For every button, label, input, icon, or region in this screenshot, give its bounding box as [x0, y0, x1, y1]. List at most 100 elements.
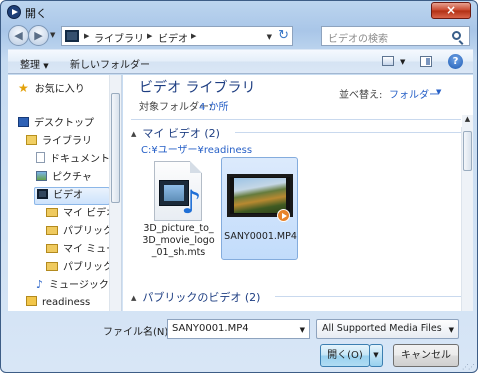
file-name: 3D_picture_to_3D_movie_logo_01_sh.mts — [142, 223, 215, 258]
file-item-sany0001[interactable]: SANY0001.MP4 — [221, 157, 298, 260]
open-dropdown-icon[interactable]: ▼ — [369, 344, 383, 367]
sidebar-item-music[interactable]: ♪ ミュージック — [36, 277, 109, 295]
new-folder-button[interactable]: 新しいフォルダー — [70, 56, 150, 71]
folder-icon — [46, 244, 58, 253]
address-dropdown-icon[interactable]: ▼ — [267, 33, 272, 41]
media-file-icon: ♪ — [154, 161, 202, 221]
sidebar-item-documents[interactable]: ドキュメント — [36, 152, 110, 170]
close-button[interactable]: × — [431, 2, 471, 19]
sidebar-item-label: ピクチャ — [52, 172, 92, 183]
folder-icon — [46, 208, 58, 217]
sidebar-scroll-thumb[interactable] — [111, 93, 120, 203]
sidebar-item-desktop[interactable]: デスクトップ — [18, 116, 94, 134]
sidebar-item-label: デスクトップ — [34, 118, 94, 129]
folder-icon — [46, 262, 58, 271]
window-title: 開く — [25, 7, 47, 20]
collapse-icon[interactable]: ▲ — [131, 130, 136, 138]
sidebar-item-label: お気に入り — [34, 84, 85, 95]
group-header-public-videos[interactable]: ▲ パブリックのビデオ (2) — [131, 289, 260, 305]
sidebar-item-label: ドキュメント — [50, 154, 110, 165]
sidebar-item-my-videos[interactable]: マイ ビデオ — [46, 206, 116, 224]
file-type-dropdown-icon[interactable]: ▼ — [449, 326, 454, 334]
pictures-icon — [36, 171, 47, 181]
divider — [131, 119, 461, 120]
breadcrumb-separator-icon[interactable]: ▶ — [191, 30, 196, 42]
refresh-icon[interactable]: ↻ — [278, 28, 289, 44]
preview-pane-icon[interactable] — [420, 56, 432, 67]
divider — [275, 296, 461, 297]
videos-library-icon — [65, 30, 79, 42]
divider — [235, 132, 461, 133]
sidebar-item-libraries[interactable]: ライブラリ — [26, 134, 92, 152]
target-folders-link[interactable]: 4 か所 — [199, 98, 229, 113]
group-header-my-videos[interactable]: ▲ マイ ビデオ (2) — [131, 125, 220, 141]
sidebar-item-label: ライブラリ — [42, 136, 92, 147]
media-player-icon — [7, 5, 21, 19]
search-placeholder: ビデオの検索 — [328, 34, 388, 45]
history-dropdown-icon[interactable]: ▼ — [50, 31, 55, 39]
arrange-by-value[interactable]: フォルダー — [389, 86, 439, 101]
documents-icon — [36, 152, 45, 163]
library-title: ビデオ ライブラリ — [139, 80, 256, 96]
play-icon — [277, 209, 290, 222]
breadcrumb-libraries[interactable]: ライブラリ — [94, 30, 144, 45]
filename-dropdown-icon[interactable]: ▼ — [300, 326, 305, 334]
title-bar: 開く × — [1, 1, 477, 23]
breadcrumb-videos[interactable]: ビデオ — [158, 30, 188, 45]
cancel-button[interactable]: キャンセル — [393, 344, 459, 367]
filename-input[interactable]: SANY0001.MP4 ▼ — [167, 319, 310, 339]
organize-label: 整理 — [20, 60, 40, 71]
sidebar-item-favorites[interactable]: ★ お気に入り — [18, 80, 85, 98]
breadcrumb-separator-icon[interactable]: ▶ — [147, 30, 152, 42]
file-type-select[interactable]: All Supported Media Files ▼ — [316, 319, 459, 339]
arrange-dropdown-icon[interactable]: ▼ — [436, 88, 441, 96]
file-type-value: All Supported Media Files — [322, 323, 442, 334]
change-view-icon[interactable] — [382, 56, 394, 66]
sidebar-item-label: readiness — [42, 297, 91, 308]
sidebar-item-pictures[interactable]: ピクチャ — [36, 170, 92, 188]
music-note-icon: ♪ — [181, 183, 202, 221]
videos-icon — [37, 189, 48, 199]
file-list: ビデオ ライブラリ 対象フォルダー: 4 か所 並べ替え: フォルダー ▼ ▲ マ… — [123, 75, 473, 311]
command-toolbar: 整理 ▼ 新しいフォルダー ▼ ? — [8, 49, 473, 74]
resize-grip-icon[interactable]: ⋰⋰ — [462, 363, 475, 371]
content-scrollbar[interactable]: ▲ — [461, 115, 473, 311]
star-icon: ★ — [18, 81, 29, 95]
sidebar-item-label: ビデオ — [53, 190, 83, 201]
chevron-down-icon: ▼ — [43, 62, 49, 70]
group-title: パブリックのビデオ (2) — [142, 291, 261, 304]
content-scroll-thumb[interactable] — [463, 131, 472, 171]
search-icon[interactable] — [452, 31, 461, 40]
group-title: マイ ビデオ (2) — [142, 127, 220, 140]
scroll-up-icon[interactable]: ▲ — [462, 115, 473, 127]
dialog-footer: ファイル名(N): SANY0001.MP4 ▼ All Supported M… — [1, 311, 477, 372]
address-bar[interactable]: ▶ ライブラリ ▶ ビデオ ▶ ▼ ↻ — [61, 26, 293, 46]
view-dropdown-icon[interactable]: ▼ — [400, 58, 405, 66]
back-arrow-icon[interactable]: ◀ — [8, 25, 29, 46]
collapse-icon[interactable]: ▲ — [131, 294, 136, 302]
sidebar-item-videos[interactable]: ビデオ — [34, 187, 110, 205]
navigation-bar: ◀ ▶ ▼ ▶ ライブラリ ▶ ビデオ ▶ ▼ ↻ ビデオの検索 — [1, 23, 477, 49]
music-icon: ♪ — [36, 278, 44, 291]
breadcrumb-separator-icon[interactable]: ▶ — [84, 30, 89, 42]
arrange-by-label: 並べ替え: — [339, 90, 383, 101]
help-icon[interactable]: ? — [448, 54, 463, 69]
sidebar-item-readiness[interactable]: readiness — [26, 295, 90, 311]
folder-icon — [46, 226, 58, 235]
open-button[interactable]: 開く(O) — [320, 344, 370, 367]
file-name: SANY0001.MP4 — [224, 231, 297, 242]
filename-value: SANY0001.MP4 — [172, 323, 249, 334]
open-dialog: 開く × ◀ ▶ ▼ ▶ ライブラリ ▶ ビデオ ▶ ▼ ↻ ビデオの検索 整理… — [0, 0, 478, 373]
file-item-mts[interactable]: ♪ 3D_picture_to_3D_movie_logo_01_sh.mts — [140, 157, 217, 260]
organize-button[interactable]: 整理 ▼ — [20, 56, 49, 71]
search-input[interactable]: ビデオの検索 — [321, 26, 470, 46]
user-folder-icon — [26, 296, 37, 306]
sidebar-item-label: ミュージック — [49, 280, 109, 291]
folder-path: C:¥ユーザー¥readiness — [141, 145, 253, 156]
desktop-icon — [18, 117, 29, 127]
navigation-pane: ★ お気に入り デスクトップ ライブラリ ドキュメント ピクチャ ビデオ マイ ビ… — [8, 75, 122, 311]
sidebar-scrollbar[interactable] — [109, 75, 121, 311]
library-icon — [26, 135, 37, 145]
forward-arrow-icon[interactable]: ▶ — [28, 25, 49, 46]
filename-label: ファイル名(N): — [103, 327, 172, 338]
